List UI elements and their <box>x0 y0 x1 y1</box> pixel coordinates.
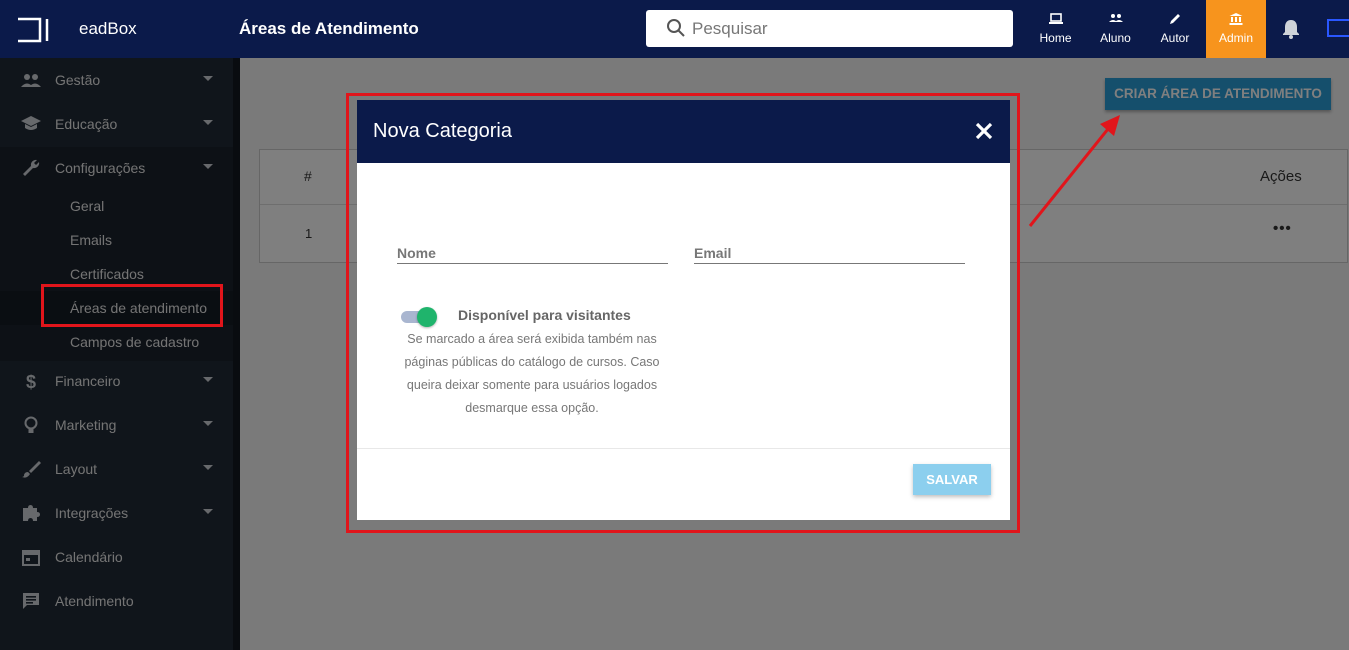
nome-input[interactable] <box>397 245 668 261</box>
search-input[interactable] <box>692 17 992 41</box>
toggle-knob <box>417 307 437 327</box>
visitantes-toggle-label: Disponível para visitantes <box>458 307 631 323</box>
modal-title: Nova Categoria <box>373 120 512 142</box>
nav-home-label: Home <box>1039 31 1072 45</box>
nome-field[interactable] <box>397 243 668 264</box>
modal-footer-divider <box>357 448 1010 449</box>
close-icon[interactable] <box>974 121 994 141</box>
bank-icon <box>1229 13 1243 25</box>
annotation-highlight-submenu <box>41 284 223 327</box>
search-icon <box>667 19 685 37</box>
save-button[interactable]: SALVAR <box>913 464 991 495</box>
nav-aluno[interactable]: Aluno <box>1093 0 1138 58</box>
laptop-icon <box>1048 13 1063 24</box>
nav-aluno-label: Aluno <box>1100 31 1131 45</box>
email-field[interactable] <box>694 243 965 264</box>
page-title: Áreas de Atendimento <box>239 19 419 38</box>
search-box[interactable] <box>646 10 1013 47</box>
top-bar: eadBox Áreas de Atendimento Home Aluno A… <box>0 0 1349 58</box>
visitantes-toggle[interactable] <box>401 307 437 327</box>
user-menu-icon[interactable] <box>1327 19 1349 37</box>
modal-header: Nova Categoria <box>357 100 1010 163</box>
nav-admin[interactable]: Admin <box>1206 0 1266 58</box>
nova-categoria-modal: Nova Categoria Disponível para visitante… <box>357 100 1010 520</box>
eadbox-logo-icon[interactable] <box>16 17 50 43</box>
nav-autor[interactable]: Autor <box>1153 0 1197 58</box>
nav-autor-label: Autor <box>1160 31 1190 45</box>
bell-icon[interactable] <box>1282 19 1300 39</box>
pencil-icon <box>1170 14 1180 24</box>
visitantes-help-text: Se marcado a área será exibida também na… <box>404 332 660 415</box>
people-icon <box>1108 14 1123 22</box>
annotation-arrow <box>1028 115 1120 227</box>
email-input[interactable] <box>694 245 965 261</box>
nav-admin-label: Admin <box>1218 31 1253 45</box>
nav-home[interactable]: Home <box>1034 0 1077 58</box>
brand-name: eadBox <box>79 19 137 38</box>
